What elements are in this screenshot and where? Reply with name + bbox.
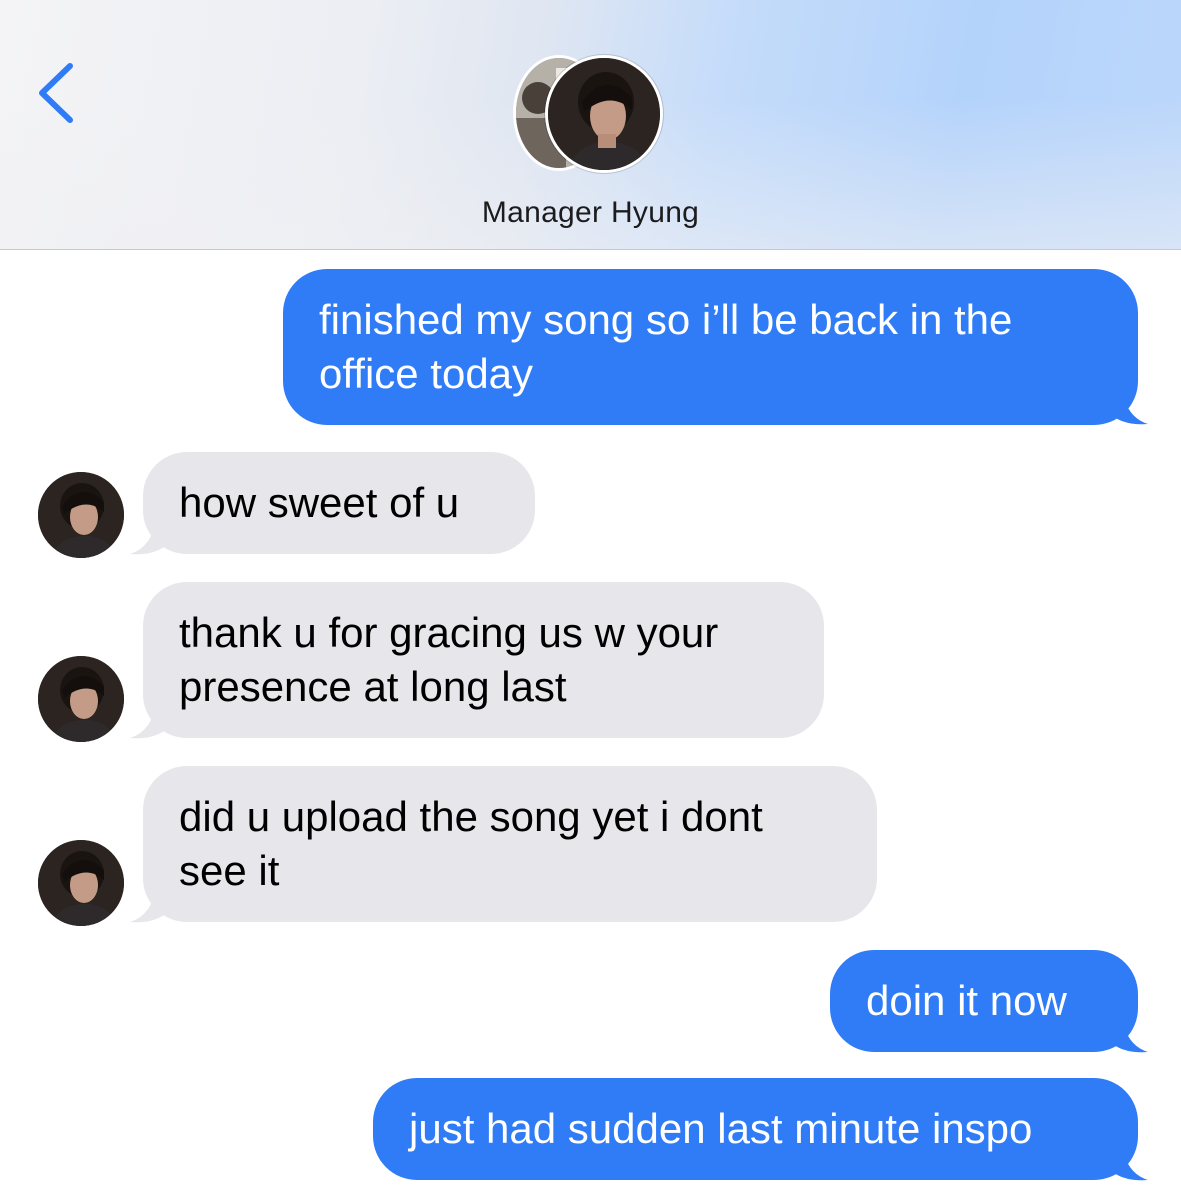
bubble-tail: [130, 890, 168, 923]
message-bubble-received[interactable]: thank u for gracing us w your presence a…: [143, 582, 824, 738]
message-bubble-received[interactable]: how sweet of u: [143, 452, 535, 554]
message-text: just had sudden last minute inspo: [409, 1105, 1033, 1152]
message-text: thank u for gracing us w your: [179, 609, 719, 656]
sender-avatar: [38, 656, 124, 742]
message-text: office today: [319, 350, 534, 397]
message-text: see it: [179, 847, 280, 894]
message-bubble-sent[interactable]: doin it now: [830, 950, 1138, 1052]
message-bubble-sent[interactable]: finished my song so i’ll be back in the …: [283, 269, 1138, 425]
bubble-tail: [130, 706, 168, 739]
sender-avatar: [38, 472, 124, 558]
message-bubble-received[interactable]: did u upload the song yet i dont see it: [143, 766, 877, 922]
contact-avatar: [545, 55, 663, 173]
contact-name[interactable]: Manager Hyung: [0, 196, 1181, 230]
bubble-tail: [1110, 392, 1148, 425]
message-text: presence at long last: [179, 663, 567, 710]
bubble-tail: [1110, 1148, 1148, 1181]
sender-avatar: [38, 840, 124, 926]
back-button[interactable]: [30, 58, 90, 130]
message-text: how sweet of u: [179, 479, 460, 526]
bubble-tail: [130, 522, 168, 555]
contact-avatar-group[interactable]: [513, 55, 673, 180]
message-text: did u upload the song yet i dont: [179, 793, 763, 840]
message-text: doin it now: [866, 977, 1067, 1024]
bubble-tail: [1110, 1020, 1148, 1053]
message-text: finished my song so i’ll be back in the: [319, 296, 1013, 343]
message-bubble-sent[interactable]: just had sudden last minute inspo: [373, 1078, 1138, 1180]
chevron-left-icon: [39, 63, 73, 123]
